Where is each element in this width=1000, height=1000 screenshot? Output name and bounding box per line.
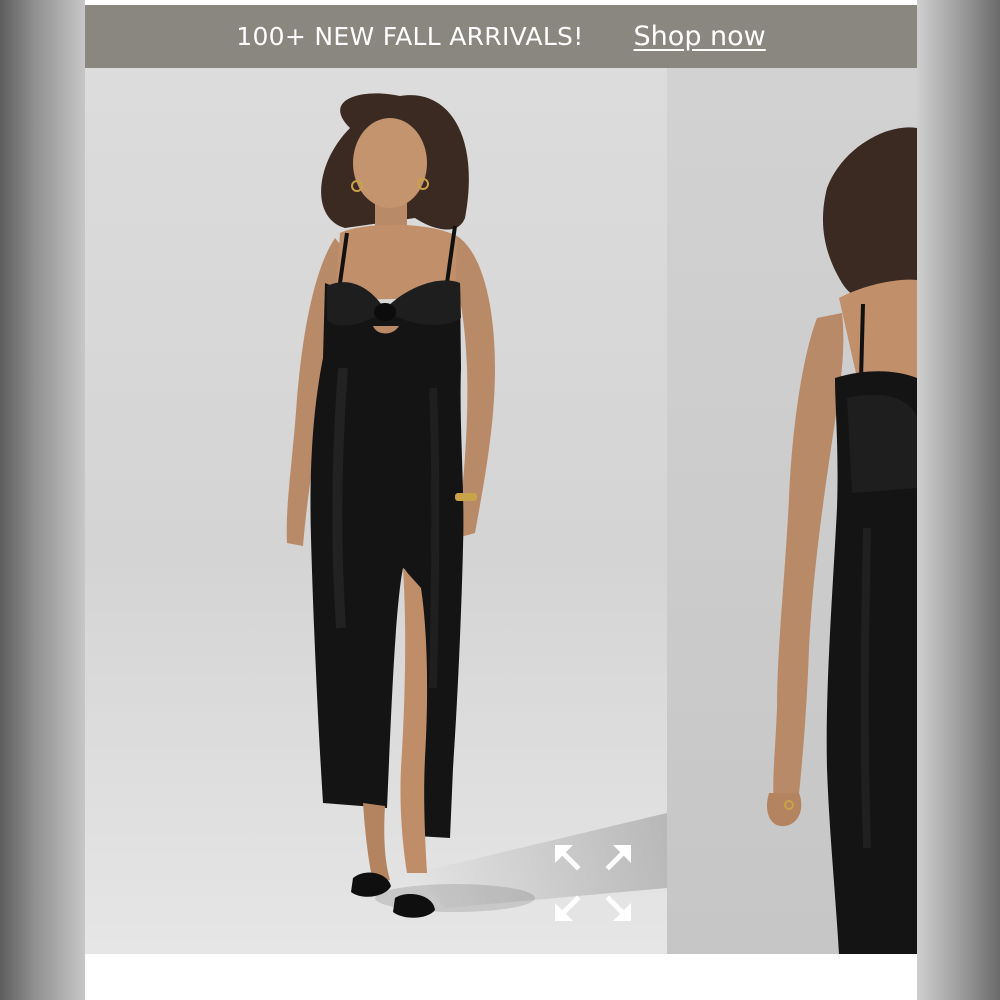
expand-image-button[interactable] xyxy=(551,841,635,925)
shop-now-link[interactable]: Shop now xyxy=(634,21,766,52)
expand-arrows-icon xyxy=(555,845,631,921)
phone-screen: 100+ NEW FALL ARRIVALS! Shop now xyxy=(85,0,917,1000)
product-image-gallery[interactable] xyxy=(85,68,917,954)
promo-text: 100+ NEW FALL ARRIVALS! xyxy=(236,22,584,51)
product-image-main[interactable] xyxy=(85,68,667,954)
promo-banner: 100+ NEW FALL ARRIVALS! Shop now xyxy=(85,5,917,68)
model-front-illustration xyxy=(286,93,667,918)
backdrop-left-blur xyxy=(0,0,85,1000)
below-gallery-area xyxy=(85,954,917,1000)
model-side-illustration xyxy=(766,127,917,954)
product-image-next[interactable] xyxy=(667,68,917,954)
backdrop-right-blur xyxy=(917,0,1000,1000)
